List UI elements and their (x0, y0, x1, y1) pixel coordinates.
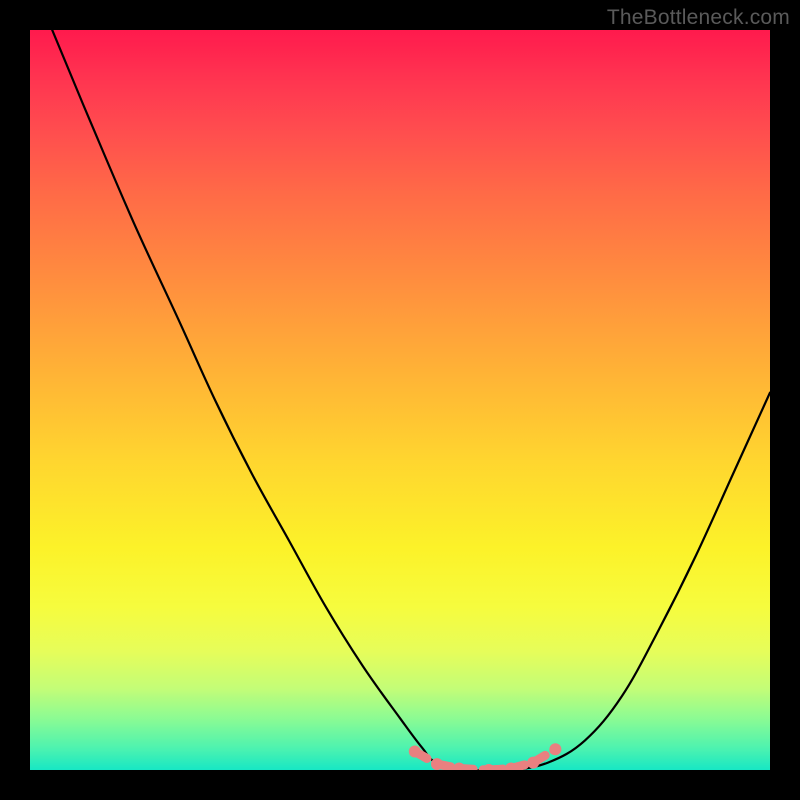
bottom-dot (483, 764, 495, 770)
chart-frame: TheBottleneck.com (0, 0, 800, 800)
bottleneck-curve (52, 30, 770, 770)
bottom-dot (431, 758, 443, 770)
chart-svg (30, 30, 770, 770)
bottom-dot (453, 763, 465, 771)
bottom-dot (527, 757, 539, 769)
bottom-dot (409, 746, 421, 758)
bottom-dot (549, 743, 561, 755)
watermark-text: TheBottleneck.com (607, 6, 790, 30)
plot-area (30, 30, 770, 770)
